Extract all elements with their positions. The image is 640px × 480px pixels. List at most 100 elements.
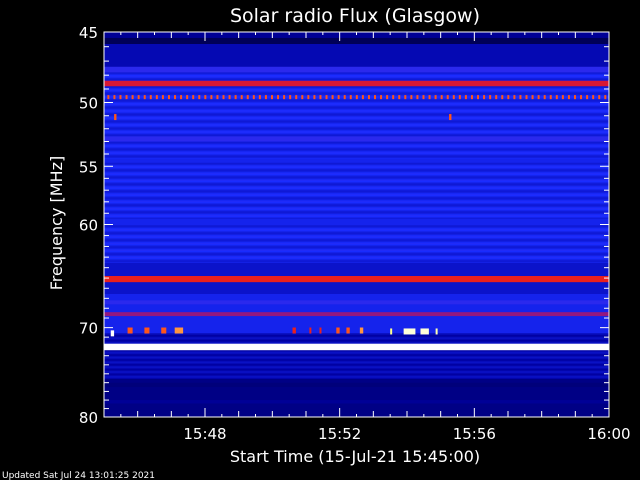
spectrogram-chart: 45 50 55 60 70 80 15:48 15:52 15:56 16:00 Solar …	[0, 0, 640, 480]
interference-dot	[374, 95, 377, 100]
interference-dot	[192, 95, 195, 100]
interference-dot	[404, 95, 407, 100]
interference-dot	[270, 95, 273, 100]
interference-dot	[561, 95, 564, 100]
interference-dot	[198, 95, 201, 100]
interference-dot	[258, 95, 261, 100]
interference-dot	[155, 95, 158, 100]
interference-dot	[470, 95, 473, 100]
interference-dot	[252, 95, 255, 100]
interference-dot	[367, 95, 370, 100]
interference-dot	[174, 95, 177, 100]
y-tick-label: 55	[79, 158, 98, 176]
interference-dot	[592, 95, 595, 100]
interference-dot	[228, 95, 231, 100]
spectrogram-heatmap	[104, 32, 609, 418]
frequency-band	[104, 66, 609, 73]
interference-dot	[325, 95, 328, 100]
interference-dot	[458, 95, 461, 100]
x-tick-label: 16:00	[587, 425, 630, 443]
interference-dot	[349, 95, 352, 100]
interference-dot	[567, 95, 570, 100]
y-tick-label: 80	[79, 409, 98, 427]
interference-dot	[464, 95, 467, 100]
interference-dot	[586, 95, 589, 100]
interference-dot	[289, 95, 292, 100]
interference-dot	[573, 95, 576, 100]
interference-dot	[264, 95, 267, 100]
interference-dot	[537, 95, 540, 100]
radio-burst	[174, 327, 184, 334]
interference-dot	[446, 95, 449, 100]
interference-dot	[343, 95, 346, 100]
interference-dot	[210, 95, 213, 100]
interference-dot	[119, 95, 122, 100]
interference-dot	[513, 95, 516, 100]
frequency-band	[104, 275, 609, 283]
frequency-band	[104, 382, 609, 388]
interference-dot	[477, 95, 480, 100]
frequency-band	[104, 80, 609, 87]
interference-dot	[319, 95, 322, 100]
interference-dot	[507, 95, 510, 100]
radio-burst	[127, 327, 133, 334]
interference-dot	[410, 95, 413, 100]
radio-burst	[144, 327, 150, 334]
interference-dot	[331, 95, 334, 100]
chart-title: Solar radio Flux (Glasgow)	[230, 5, 480, 27]
y-axis-label: Frequency [MHz]	[47, 156, 66, 290]
radio-burst	[114, 114, 117, 121]
interference-dot	[167, 95, 170, 100]
interference-dot	[313, 95, 316, 100]
frequency-band	[104, 400, 609, 404]
interference-dot	[131, 95, 134, 100]
plot-area	[103, 31, 610, 418]
interference-dot	[137, 95, 140, 100]
radio-burst	[346, 327, 350, 334]
radio-burst	[435, 328, 438, 335]
interference-dot	[125, 95, 128, 100]
frequency-band	[104, 343, 609, 351]
y-tick-label: 45	[79, 24, 98, 42]
interference-dot	[161, 95, 164, 100]
interference-dot	[107, 95, 110, 100]
interference-dot	[440, 95, 443, 100]
interference-dot	[355, 95, 358, 100]
interference-dot	[361, 95, 364, 100]
y-tick-label: 50	[79, 95, 98, 113]
interference-dot	[234, 95, 237, 100]
y-tick-label: 60	[79, 217, 98, 235]
radio-burst	[336, 327, 340, 334]
x-tick-label: 15:52	[318, 425, 361, 443]
interference-dot	[580, 95, 583, 100]
updated-timestamp: Updated Sat Jul 24 13:01:25 2021	[2, 471, 155, 480]
interference-dot	[434, 95, 437, 100]
interference-dot	[277, 95, 280, 100]
interference-dot	[495, 95, 498, 100]
interference-dot	[598, 95, 601, 100]
interference-dot	[283, 95, 286, 100]
interference-dot	[543, 95, 546, 100]
radio-burst	[390, 328, 393, 335]
interference-dot	[483, 95, 486, 100]
interference-dot	[489, 95, 492, 100]
radio-burst	[319, 327, 322, 334]
interference-dot	[380, 95, 383, 100]
interference-dot	[204, 95, 207, 100]
interference-dot	[337, 95, 340, 100]
interference-dot	[301, 95, 304, 100]
frequency-band	[104, 300, 609, 305]
interference-dot	[307, 95, 310, 100]
frequency-band	[104, 136, 609, 142]
interference-dot	[525, 95, 528, 100]
interference-dot	[149, 95, 152, 100]
radio-burst	[292, 327, 296, 334]
interference-dot	[113, 95, 116, 100]
x-tick-label: 15:56	[453, 425, 496, 443]
interference-dot	[398, 95, 401, 100]
interference-dot	[246, 95, 249, 100]
interference-dot	[604, 95, 607, 100]
frequency-band	[104, 312, 609, 317]
radio-burst	[420, 328, 429, 335]
radio-burst	[161, 327, 167, 334]
